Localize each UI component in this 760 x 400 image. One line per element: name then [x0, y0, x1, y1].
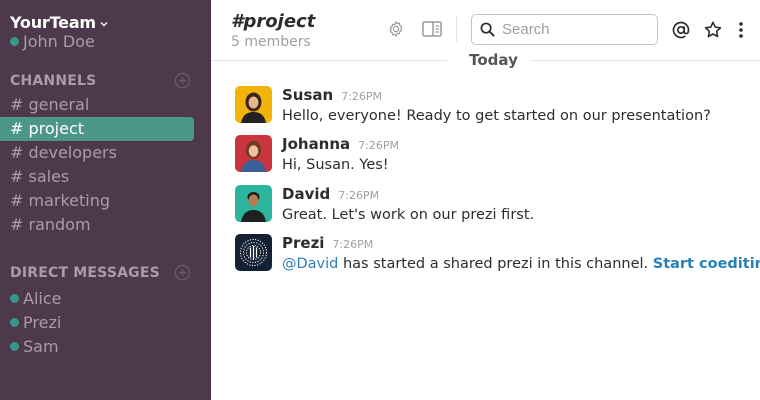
channel-title[interactable]: #project: [231, 11, 315, 32]
channels-title[interactable]: CHANNELS: [10, 73, 96, 89]
day-divider-line-left: [211, 60, 447, 61]
channel-list: # general # project # developers # sales…: [0, 93, 211, 237]
member-count[interactable]: 5 members: [231, 34, 311, 50]
dm-sam[interactable]: Sam: [0, 334, 211, 358]
message-time[interactable]: 7:26PM: [332, 238, 373, 251]
dm-list: Alice Prezi Sam: [0, 286, 211, 358]
message-time[interactable]: 7:26PM: [338, 189, 379, 202]
channel-marketing[interactable]: # marketing: [0, 189, 194, 213]
dm-label: Sam: [23, 336, 59, 356]
message-text: Great. Let's work on our prezi first.: [282, 207, 535, 223]
dm-label: Alice: [23, 288, 62, 308]
gear-icon[interactable]: [386, 19, 406, 39]
message-header: David 7:26PM: [282, 185, 379, 203]
message-header: Prezi 7:26PM: [282, 234, 373, 252]
presence-dot-icon: [10, 293, 19, 303]
channels-header: CHANNELS: [10, 72, 191, 89]
day-label: Today: [456, 51, 531, 69]
avatar-david[interactable]: [235, 185, 272, 222]
day-divider-line-right: [527, 60, 760, 61]
dm-alice[interactable]: Alice: [0, 286, 211, 310]
star-icon[interactable]: [702, 19, 724, 41]
channel-sales[interactable]: # sales: [0, 165, 194, 189]
at-icon[interactable]: [670, 19, 692, 41]
user-name: John Doe: [23, 32, 95, 51]
message-author[interactable]: Prezi: [282, 234, 324, 252]
sidebar: YourTeam John Doe CHANNELS # general # p…: [0, 0, 211, 400]
message-item: Johanna 7:26PM Hi, Susan. Yes!: [235, 135, 755, 175]
add-channel-plus-icon[interactable]: [174, 72, 191, 89]
channel-project[interactable]: # project: [0, 117, 194, 141]
user-mention[interactable]: @David: [282, 256, 338, 272]
message-item: David 7:26PM Great. Let's work on our pr…: [235, 185, 755, 225]
message-time[interactable]: 7:26PM: [358, 139, 399, 152]
channel-developers[interactable]: # developers: [0, 141, 194, 165]
more-vertical-icon[interactable]: [735, 19, 747, 41]
sidebar-panel-icon[interactable]: [421, 19, 443, 39]
message-text: Hi, Susan. Yes!: [282, 157, 389, 173]
message-author[interactable]: Johanna: [282, 135, 350, 153]
presence-dot-icon: [10, 317, 19, 327]
message-text: Hello, everyone! Ready to get started on…: [282, 108, 711, 124]
avatar-johanna[interactable]: [235, 135, 272, 172]
team-name: YourTeam: [10, 13, 96, 32]
day-divider: Today: [211, 51, 760, 70]
search-input[interactable]: [502, 21, 642, 38]
main-panel: #project 5 members Search Today Susan 7:…: [211, 0, 760, 400]
message-text-segment: has started a shared prezi in this chann…: [338, 256, 653, 272]
dm-prezi[interactable]: Prezi: [0, 310, 211, 334]
team-menu[interactable]: YourTeam: [10, 13, 109, 32]
add-dm-plus-icon[interactable]: [174, 264, 191, 281]
chevron-down-icon: [100, 21, 108, 26]
avatar-susan[interactable]: [235, 86, 272, 123]
message-header: Susan 7:26PM: [282, 86, 382, 104]
dm-title[interactable]: DIRECT MESSAGES: [10, 265, 160, 281]
message-time[interactable]: 7:26PM: [341, 90, 382, 103]
message-author[interactable]: Susan: [282, 86, 333, 104]
current-user[interactable]: John Doe: [10, 32, 95, 51]
message-text: @David has started a shared prezi in thi…: [282, 256, 760, 272]
prezi-logo-icon: [235, 234, 272, 271]
start-coediting-link[interactable]: Start coediting: [653, 256, 760, 272]
avatar-prezi[interactable]: [235, 234, 272, 271]
search-icon: [480, 22, 495, 37]
dm-label: Prezi: [23, 312, 62, 332]
message-item: Susan 7:26PM Hello, everyone! Ready to g…: [235, 86, 755, 126]
search-box[interactable]: [471, 14, 658, 45]
message-item: Prezi 7:26PM @David has started a shared…: [235, 234, 760, 274]
message-author[interactable]: David: [282, 185, 330, 203]
header-divider: [456, 16, 457, 42]
channel-general[interactable]: # general: [0, 93, 194, 117]
channel-random[interactable]: # random: [0, 213, 194, 237]
presence-dot-icon: [10, 341, 19, 351]
message-header: Johanna 7:26PM: [282, 135, 399, 153]
presence-dot-icon: [10, 37, 19, 46]
dm-header: DIRECT MESSAGES: [10, 264, 191, 281]
